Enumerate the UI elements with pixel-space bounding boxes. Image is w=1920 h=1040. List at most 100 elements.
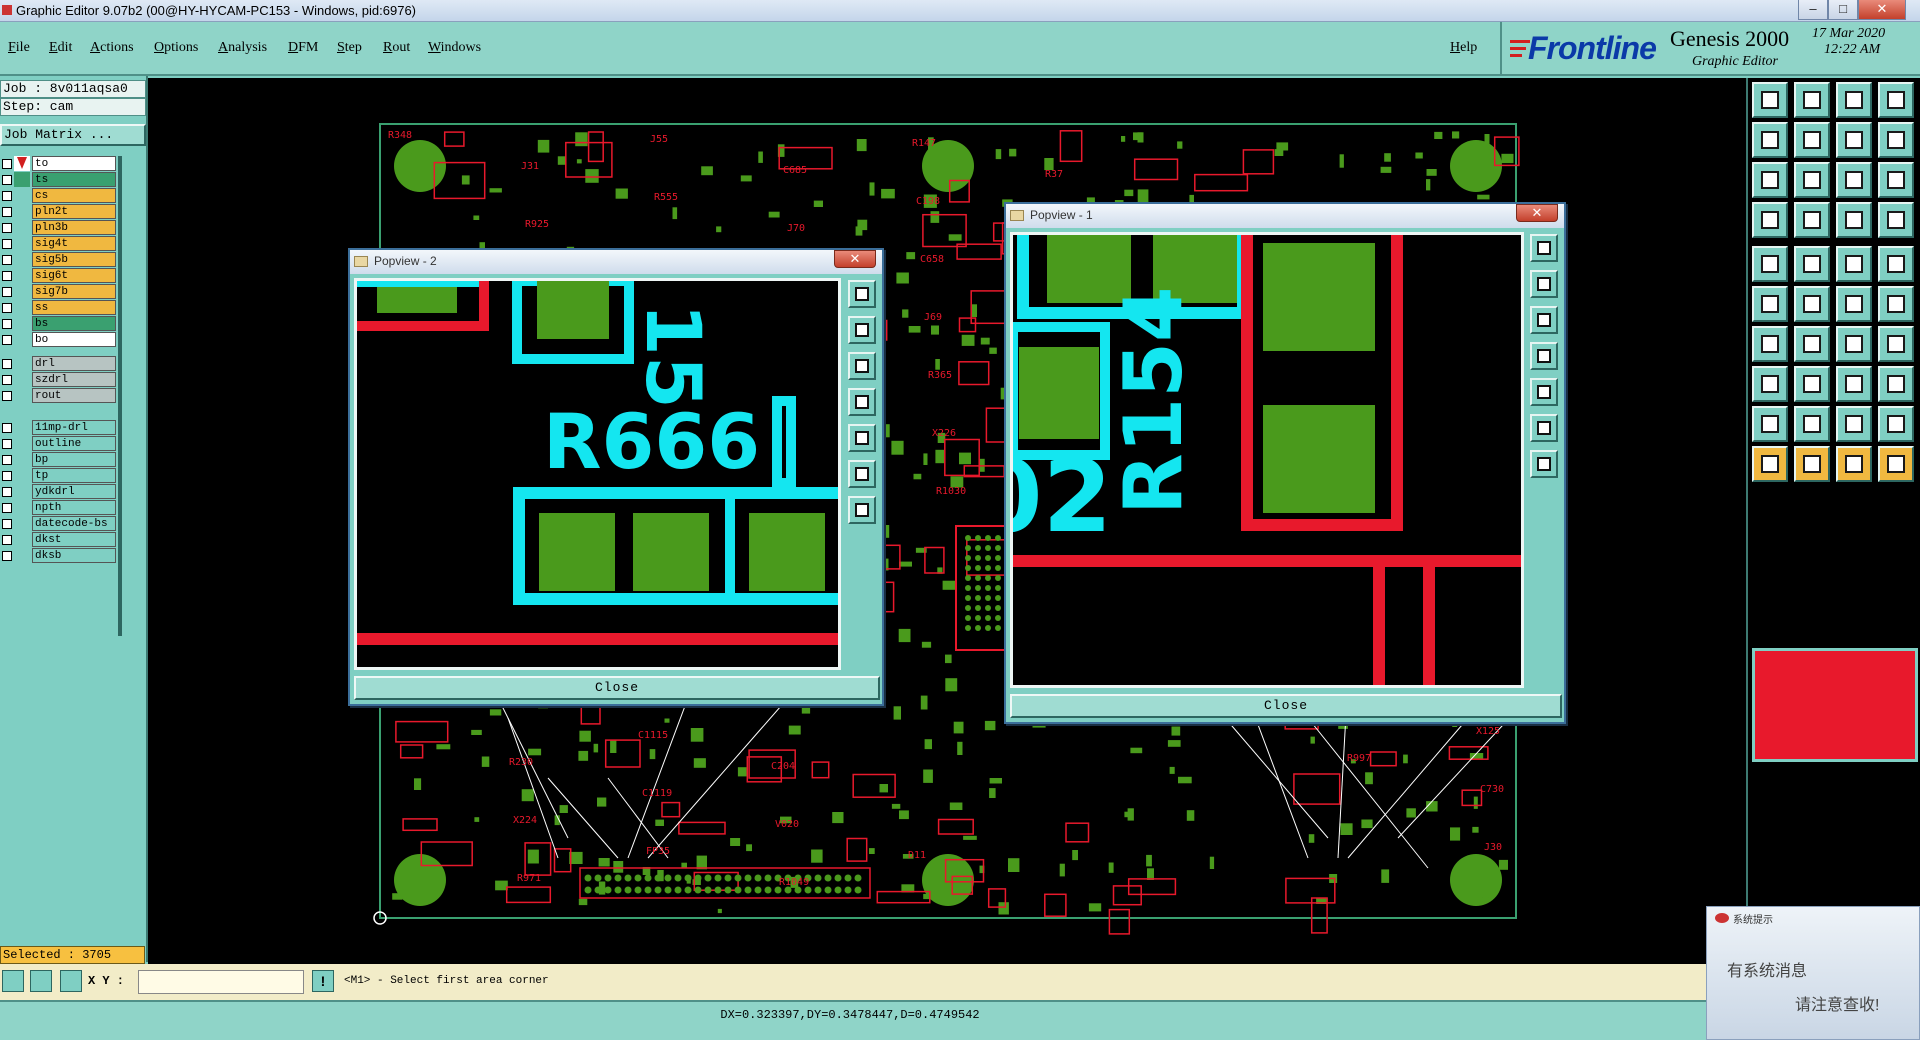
layer-select-slot[interactable]	[14, 300, 30, 315]
layer-row-sig5b[interactable]: sig5b	[0, 252, 118, 267]
snap-points-icon[interactable]	[1878, 202, 1914, 238]
triangle-d-icon[interactable]	[1878, 406, 1914, 442]
layer-checkbox[interactable]	[2, 519, 12, 529]
popview-1-close-button[interactable]: Close	[1010, 694, 1562, 718]
layer-select-slot[interactable]	[14, 220, 30, 235]
layer-row-bs[interactable]: bs	[0, 316, 118, 331]
layer-checkbox[interactable]	[2, 271, 12, 281]
layer-row-rout[interactable]: rout	[0, 388, 118, 403]
help-query-icon[interactable]	[1878, 162, 1914, 198]
layer-row-pln3b[interactable]: pln3b	[0, 220, 118, 235]
cross-select-icon[interactable]	[1794, 286, 1830, 322]
copy-icon[interactable]	[1752, 366, 1788, 402]
zoom-window-icon[interactable]	[1836, 82, 1872, 118]
layer-checkbox[interactable]	[2, 287, 12, 297]
popview-zoom-fit-icon[interactable]	[1530, 414, 1558, 442]
menu-windows[interactable]: Windows	[428, 40, 481, 56]
popview-layer-copy-icon[interactable]	[848, 280, 876, 308]
scale-ratio-icon[interactable]	[1836, 162, 1872, 198]
layer-checkbox[interactable]	[2, 487, 12, 497]
popview-layer-copy-icon[interactable]	[1530, 234, 1558, 262]
layer-row-bp[interactable]: bp	[0, 452, 118, 467]
zoom-home-icon[interactable]	[1752, 82, 1788, 118]
layer-checkbox[interactable]	[2, 503, 12, 513]
triangle-a-icon[interactable]	[1752, 406, 1788, 442]
popview-2-canvas[interactable]: R666 15	[354, 278, 841, 670]
job-matrix-button[interactable]: Job Matrix ...	[0, 124, 146, 146]
layer-row-to[interactable]: to	[0, 156, 118, 171]
layer-select-slot[interactable]	[14, 356, 30, 371]
line-icon[interactable]	[1794, 202, 1830, 238]
layer-row-dkst[interactable]: dkst	[0, 532, 118, 547]
rotate-icon[interactable]	[1878, 366, 1914, 402]
layer-row-datecode-bs[interactable]: datecode-bs	[0, 516, 118, 531]
add-text-icon[interactable]	[1836, 246, 1872, 282]
layer-row-sig7b[interactable]: sig7b	[0, 284, 118, 299]
arc-icon[interactable]	[1836, 326, 1872, 362]
measure-icon[interactable]	[1752, 202, 1788, 238]
layer-select-slot[interactable]	[14, 532, 30, 547]
minimize-button[interactable]: –	[1798, 0, 1828, 20]
layer-select-slot[interactable]	[14, 316, 30, 331]
menu-help[interactable]: Help	[1450, 40, 1477, 56]
layer-row-11mp-drl[interactable]: 11mp-drl	[0, 420, 118, 435]
layer-checkbox[interactable]	[2, 191, 12, 201]
layer-row-outline[interactable]: outline	[0, 436, 118, 451]
layer-checkbox[interactable]	[2, 391, 12, 401]
popview-pan-up-icon[interactable]	[1530, 270, 1558, 298]
triangle-c-icon[interactable]	[1836, 406, 1872, 442]
layer-checkbox[interactable]	[2, 239, 12, 249]
layer-row-drl[interactable]: drl	[0, 356, 118, 371]
popview-pan-down-icon[interactable]	[1530, 306, 1558, 334]
center-icon[interactable]	[1794, 162, 1830, 198]
layer-checkbox[interactable]	[2, 455, 12, 465]
layer-select-slot[interactable]	[14, 204, 30, 219]
menu-step[interactable]: Step	[337, 40, 362, 56]
add-surface-icon[interactable]	[1878, 246, 1914, 282]
select-net-icon[interactable]	[1878, 446, 1914, 482]
slope-line-icon[interactable]	[1794, 326, 1830, 362]
layer-row-sig6t[interactable]: sig6t	[0, 268, 118, 283]
layer-checkbox[interactable]	[2, 223, 12, 233]
triangle-b-icon[interactable]	[1794, 406, 1830, 442]
layer-checkbox[interactable]	[2, 471, 12, 481]
layer-row-pln2t[interactable]: pln2t	[0, 204, 118, 219]
pan-left-icon[interactable]	[1752, 122, 1788, 158]
menu-edit[interactable]: Edit	[49, 40, 72, 56]
snap-icon[interactable]	[2, 970, 24, 992]
layer-row-sig4t[interactable]: sig4t	[0, 236, 118, 251]
layer-row-npth[interactable]: npth	[0, 500, 118, 515]
system-notification[interactable]: 系统提示 有系统消息 请注意查收!	[1706, 906, 1920, 1040]
angle-line-icon[interactable]	[1752, 326, 1788, 362]
layer-select-slot[interactable]	[14, 172, 30, 187]
layer-checkbox[interactable]	[2, 375, 12, 385]
layer-select-slot[interactable]	[14, 372, 30, 387]
grid-icon[interactable]	[60, 970, 82, 992]
zoom-fit-icon[interactable]	[1836, 122, 1872, 158]
popview-pan-right-icon[interactable]	[1530, 378, 1558, 406]
xy-input[interactable]	[138, 970, 304, 994]
connect-icon[interactable]	[1836, 286, 1872, 322]
layer-checkbox[interactable]	[2, 551, 12, 561]
layer-row-tp[interactable]: tp	[0, 468, 118, 483]
zoom-in-icon[interactable]	[1794, 82, 1830, 118]
layer-row-ss[interactable]: ss	[0, 300, 118, 315]
fit-screen-icon[interactable]	[1752, 162, 1788, 198]
select-lasso-icon[interactable]	[1836, 446, 1872, 482]
menu-options[interactable]: Options	[154, 40, 198, 56]
layer-select-slot[interactable]	[14, 420, 30, 435]
select-pointer-icon[interactable]	[1752, 446, 1788, 482]
layer-checkbox[interactable]	[2, 207, 12, 217]
info-icon[interactable]: !	[312, 970, 334, 992]
layer-checkbox[interactable]	[2, 359, 12, 369]
menu-actions[interactable]: Actions	[90, 40, 134, 56]
layer-select-slot[interactable]	[14, 484, 30, 499]
layer-row-ydkdrl[interactable]: ydkdrl	[0, 484, 118, 499]
layer-select-slot[interactable]	[14, 284, 30, 299]
popview-1-canvas[interactable]: R154 02	[1010, 232, 1524, 688]
layer-checkbox[interactable]	[2, 255, 12, 265]
layer-row-cs[interactable]: cs	[0, 188, 118, 203]
layer-select-slot[interactable]	[14, 388, 30, 403]
layer-row-bo[interactable]: bo	[0, 332, 118, 347]
layer-select-slot[interactable]	[14, 252, 30, 267]
